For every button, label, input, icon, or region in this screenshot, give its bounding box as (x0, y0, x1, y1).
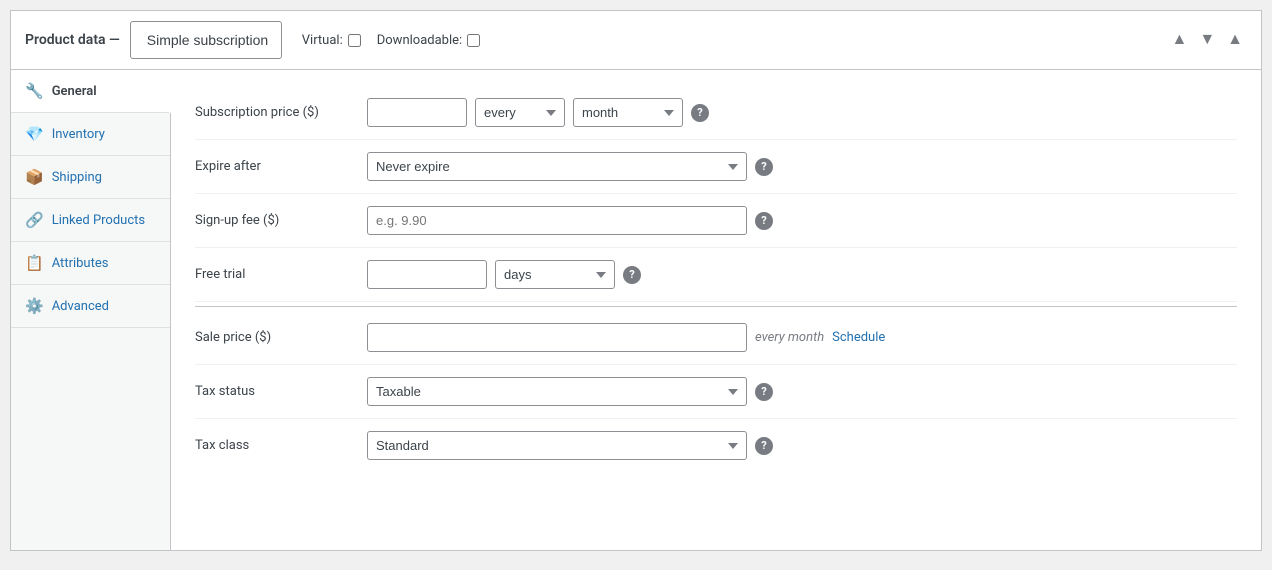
arrow-expand-button[interactable]: ▲ (1223, 29, 1247, 51)
tax-class-controls: Standard Reduced rate Zero rate ? (367, 431, 1237, 460)
every-select[interactable]: every every 2 every 3 every 4 every 5 ev… (475, 98, 565, 127)
sidebar-label-shipping: Shipping (52, 170, 102, 185)
sale-price-note: every month (755, 330, 824, 345)
attributes-icon: 📋 (25, 254, 44, 272)
arrow-down-button[interactable]: ▼ (1195, 29, 1219, 51)
sidebar-label-inventory: Inventory (52, 127, 105, 142)
tax-status-row: Tax status Taxable Shipping only None ? (195, 365, 1237, 419)
subscription-price-input[interactable]: 29.99 (367, 98, 467, 127)
tax-status-select[interactable]: Taxable Shipping only None (367, 377, 747, 406)
tax-class-label: Tax class (195, 438, 355, 453)
free-trial-input[interactable] (367, 260, 487, 289)
product-type-selector[interactable]: Simple subscription (130, 21, 282, 59)
free-trial-period-select[interactable]: days weeks months years (495, 260, 615, 289)
link-icon: 🔗 (25, 211, 44, 229)
expire-help-icon[interactable]: ? (755, 158, 773, 176)
sale-price-controls: every month Schedule (367, 323, 1237, 352)
sidebar-label-advanced: Advanced (52, 299, 109, 314)
shipping-icon: 📦 (25, 168, 44, 186)
sale-price-row: Sale price ($) every month Schedule (195, 311, 1237, 365)
free-trial-help-icon[interactable]: ? (623, 266, 641, 284)
gear-icon: ⚙️ (25, 297, 44, 315)
subscription-price-row: Subscription price ($) 29.99 every every… (195, 86, 1237, 140)
product-data-title: Product data — (25, 32, 120, 48)
sidebar-item-attributes[interactable]: 📋 Attributes (11, 242, 170, 285)
virtual-label[interactable]: Virtual: (302, 33, 361, 48)
signup-fee-input[interactable] (367, 206, 747, 235)
free-trial-row: Free trial days weeks months years ? (195, 248, 1237, 302)
arrow-up-button[interactable]: ▲ (1167, 29, 1191, 51)
downloadable-label[interactable]: Downloadable: (377, 33, 480, 48)
subscription-price-controls: 29.99 every every 2 every 3 every 4 ever… (367, 98, 1237, 127)
sidebar-label-linked-products: Linked Products (52, 213, 145, 228)
sidebar-label-attributes: Attributes (52, 256, 109, 271)
sale-price-input[interactable] (367, 323, 747, 352)
sidebar-item-advanced[interactable]: ⚙️ Advanced (11, 285, 170, 328)
signup-fee-help-icon[interactable]: ? (755, 212, 773, 230)
signup-fee-controls: ? (367, 206, 1237, 235)
tax-status-help-icon[interactable]: ? (755, 383, 773, 401)
sidebar-item-inventory[interactable]: 💎 Inventory (11, 113, 170, 156)
expire-after-label: Expire after (195, 159, 355, 174)
main-content: Subscription price ($) 29.99 every every… (171, 70, 1261, 550)
wrench-icon: 🔧 (25, 82, 44, 100)
sidebar-item-linked-products[interactable]: 🔗 Linked Products (11, 199, 170, 242)
subscription-price-help-icon[interactable]: ? (691, 104, 709, 122)
expire-after-controls: Never expire 1 month 2 months 3 months 6… (367, 152, 1237, 181)
tax-class-select[interactable]: Standard Reduced rate Zero rate (367, 431, 747, 460)
signup-fee-label: Sign-up fee ($) (195, 213, 355, 228)
period-select[interactable]: day week month year (573, 98, 683, 127)
sidebar: 🔧 General 💎 Inventory 📦 Shipping 🔗 Linke… (11, 70, 171, 550)
expire-select[interactable]: Never expire 1 month 2 months 3 months 6… (367, 152, 747, 181)
tax-status-label: Tax status (195, 384, 355, 399)
schedule-link[interactable]: Schedule (832, 330, 885, 345)
signup-fee-row: Sign-up fee ($) ? (195, 194, 1237, 248)
expire-after-row: Expire after Never expire 1 month 2 mont… (195, 140, 1237, 194)
tax-class-help-icon[interactable]: ? (755, 437, 773, 455)
tax-class-row: Tax class Standard Reduced rate Zero rat… (195, 419, 1237, 472)
sidebar-item-shipping[interactable]: 📦 Shipping (11, 156, 170, 199)
section-divider (195, 306, 1237, 307)
collapse-arrows: ▲ ▼ ▲ (1167, 29, 1247, 51)
sale-price-label: Sale price ($) (195, 330, 355, 345)
sidebar-label-general: General (52, 84, 97, 99)
free-trial-label: Free trial (195, 267, 355, 282)
product-type-dropdown[interactable]: Simple subscription (139, 26, 273, 54)
inventory-icon: 💎 (25, 125, 44, 143)
sidebar-item-general[interactable]: 🔧 General (11, 70, 171, 113)
subscription-price-label: Subscription price ($) (195, 105, 355, 120)
downloadable-checkbox[interactable] (467, 34, 480, 47)
tax-status-controls: Taxable Shipping only None ? (367, 377, 1237, 406)
free-trial-controls: days weeks months years ? (367, 260, 1237, 289)
virtual-checkbox[interactable] (348, 34, 361, 47)
